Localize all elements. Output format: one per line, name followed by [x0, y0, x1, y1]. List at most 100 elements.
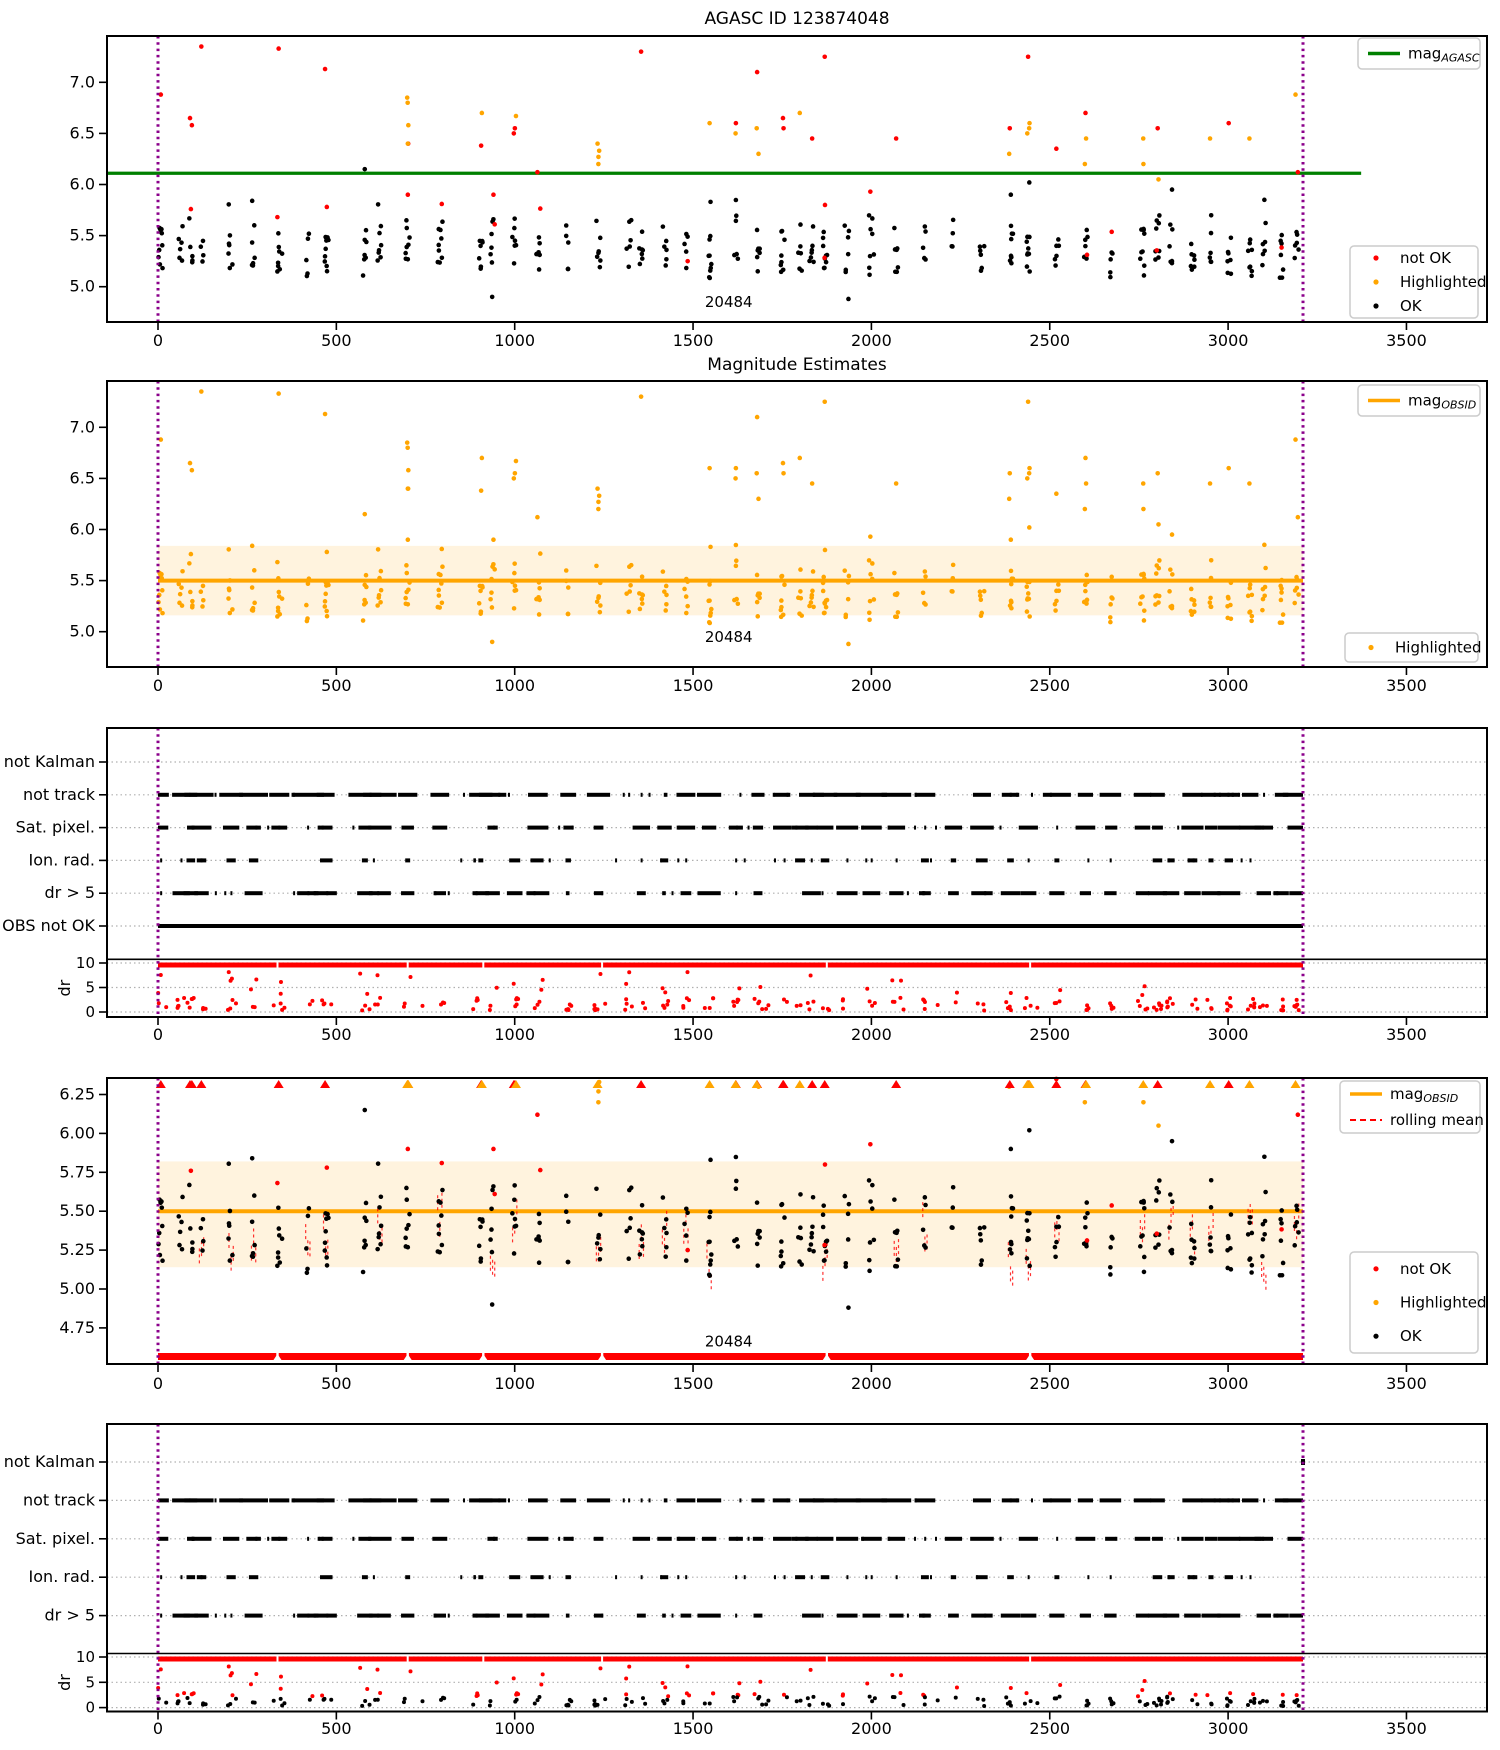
dr-point: [226, 1664, 231, 1669]
flag-segment: [821, 891, 824, 896]
dr-point: [471, 1702, 476, 1707]
scatter-not-ok: [822, 202, 828, 208]
scatter-highlighted: [1292, 600, 1298, 606]
dr-point: [225, 1007, 230, 1012]
dr-band-gap: [825, 962, 828, 968]
scatter-highlighted: [1226, 465, 1231, 471]
scatter-highlighted: [1006, 496, 1012, 502]
scatter-highlighted: [324, 613, 330, 619]
scatter-highlighted: [1245, 593, 1251, 599]
scatter-ok: [189, 259, 195, 265]
scatter-ok: [249, 1155, 255, 1161]
dr-point: [307, 1697, 312, 1702]
scatter-highlighted: [797, 110, 803, 116]
flag-segment: [1201, 1498, 1221, 1503]
scatter-highlighted: [226, 587, 232, 593]
dr-point: [981, 1697, 986, 1702]
dr-point: [200, 1007, 205, 1012]
scatter-highlighted: [1249, 613, 1255, 619]
scatter-highlighted: [512, 470, 518, 476]
flag-segment: [1134, 825, 1151, 830]
scatter-ok: [512, 225, 517, 231]
dr-point: [475, 998, 480, 1003]
scatter-highlighted: [663, 608, 669, 613]
dr-point: [756, 1696, 761, 1701]
scatter-ok: [1085, 1210, 1090, 1216]
flag-segment: [1042, 1498, 1071, 1503]
scatter-ok: [489, 294, 495, 300]
flag-segment: [1238, 1498, 1241, 1503]
dr-point: [735, 1695, 740, 1700]
scatter-highlighted: [595, 486, 600, 491]
flag-segment: [398, 1498, 418, 1503]
dr-point: [514, 1697, 519, 1702]
flag-segment: [752, 1536, 764, 1541]
scatter-highlighted: [378, 587, 384, 593]
scatter-highlighted: [596, 1089, 601, 1094]
scatter-ok: [1154, 1185, 1160, 1191]
scatter-ok: [159, 1223, 165, 1229]
scatter-ok: [489, 245, 494, 250]
flag-segment: [292, 792, 295, 797]
flag-segment: [293, 891, 296, 896]
scatter-highlighted: [1279, 586, 1284, 591]
y-tick-label: 5.0: [70, 622, 95, 641]
flag-segment: [200, 1575, 203, 1580]
scatter-ok: [322, 254, 328, 259]
scatter-highlighted: [779, 598, 784, 603]
clip-top-triangle-orange: [1138, 1080, 1149, 1088]
scatter-not-ok: [1154, 1231, 1160, 1236]
dr-point: [665, 1002, 670, 1007]
dr-point: [487, 1703, 492, 1708]
dr-point: [1028, 1003, 1033, 1008]
flag-segment: [944, 825, 963, 830]
scatter-ok: [779, 1202, 784, 1208]
scatter-ok: [979, 265, 985, 271]
flag-segment: [1027, 1575, 1030, 1580]
scatter-ok: [1207, 255, 1213, 260]
x-tick-label: 500: [321, 676, 352, 695]
flag-segment: [194, 891, 209, 896]
scatter-highlighted: [1056, 588, 1062, 594]
dr-point: [640, 1696, 645, 1701]
flag-segment: [677, 1575, 680, 1580]
scatter-ok: [798, 222, 803, 227]
scatter-highlighted: [513, 113, 519, 119]
dr-point: [1281, 1699, 1286, 1704]
flag-segment: [1018, 825, 1038, 830]
scatter-ok: [754, 254, 760, 260]
scatter-highlighted: [1084, 597, 1090, 603]
scatter-ok: [324, 1255, 329, 1260]
dr-band-gap: [276, 962, 279, 968]
scatter-ok: [436, 242, 442, 248]
scatter-highlighted: [404, 95, 410, 100]
dr-band-gap: [482, 962, 485, 968]
scatter-ok: [950, 1205, 956, 1210]
flag-segment: [678, 1536, 681, 1541]
flag-segment: [214, 792, 217, 797]
scatter-highlighted: [1056, 582, 1061, 587]
flag-row-label: not track: [23, 785, 96, 804]
flag-segment: [914, 1536, 917, 1541]
flag-segment: [447, 891, 450, 896]
scatter-highlighted: [1027, 120, 1032, 126]
dr-point: [760, 1007, 765, 1012]
scatter-not-ok: [478, 143, 484, 148]
scatter-ok: [846, 228, 852, 234]
scatter-highlighted: [1025, 579, 1030, 585]
dr-point: [494, 1680, 499, 1685]
scatter-highlighted: [1054, 491, 1059, 497]
flag-segment: [971, 1613, 993, 1618]
scatter-ok: [1208, 259, 1214, 264]
flag-segment: [1231, 1498, 1234, 1503]
scatter-ok: [664, 1244, 669, 1250]
scatter-ok: [404, 244, 409, 250]
clip-top-triangle-orange: [1244, 1080, 1255, 1088]
scatter-ok: [1153, 1245, 1158, 1250]
flag-segment: [361, 1575, 368, 1580]
scatter-ok: [403, 256, 409, 262]
flag-segment: [1056, 1536, 1059, 1541]
flag-segment: [632, 1536, 651, 1541]
scatter-highlighted: [159, 588, 165, 593]
scatter-ok: [275, 1255, 281, 1260]
